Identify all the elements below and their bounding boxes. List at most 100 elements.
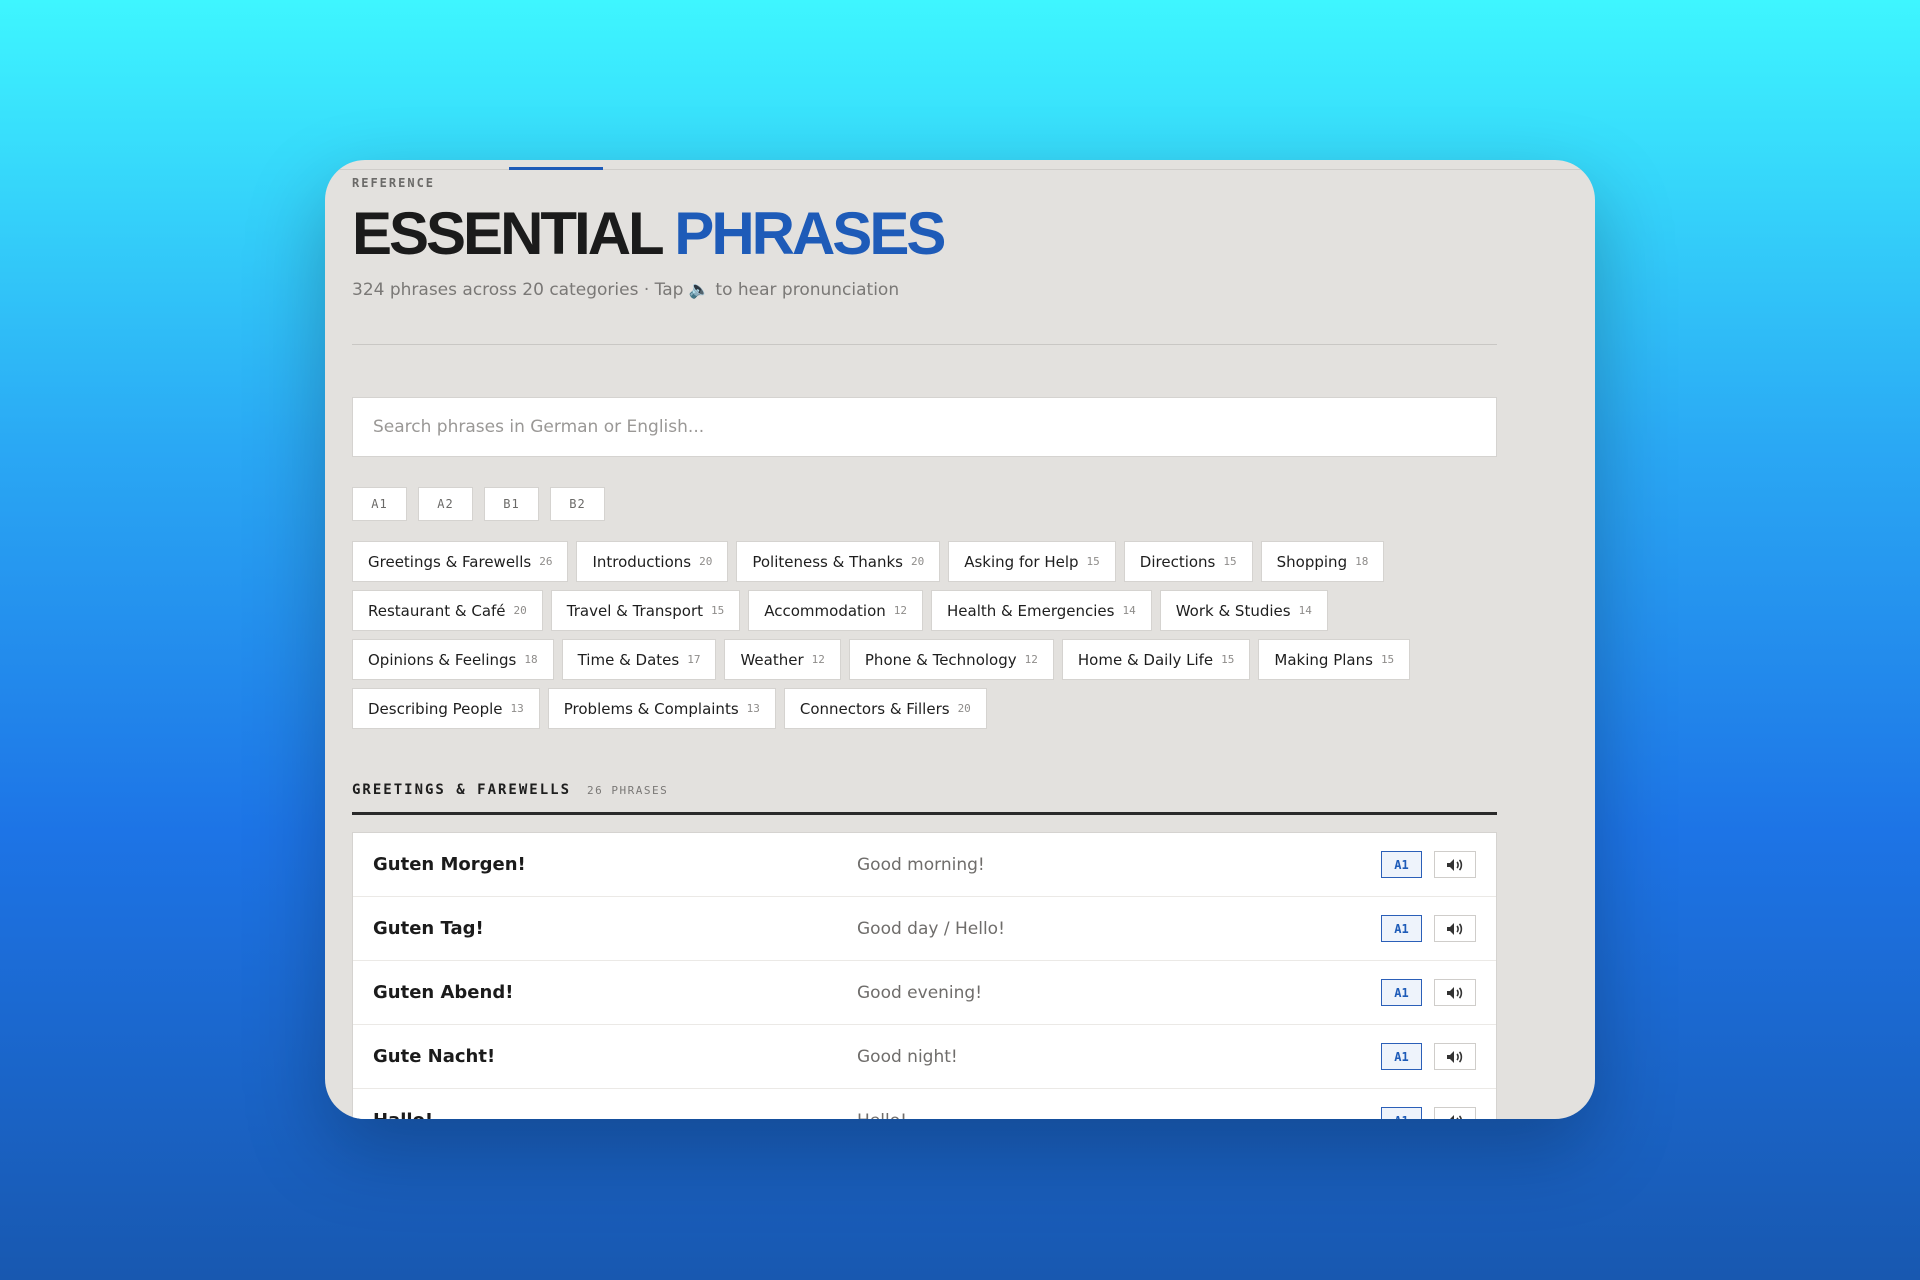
category-count: 17 xyxy=(687,653,701,666)
category-label: Problems & Complaints xyxy=(563,699,739,718)
page-eyebrow: REFERENCE xyxy=(352,176,436,190)
speaker-icon xyxy=(1447,1114,1463,1119)
category-chip[interactable]: Time & Dates 17 xyxy=(561,639,717,680)
header-divider xyxy=(352,344,1497,345)
category-chip[interactable]: Accommodation 12 xyxy=(748,590,924,631)
level-filter-b1[interactable]: B1 xyxy=(484,487,539,521)
category-count: 20 xyxy=(957,702,971,715)
category-chip[interactable]: Making Plans 15 xyxy=(1258,639,1411,680)
phrase-row: Gute Nacht! Good night! A1 xyxy=(353,1025,1496,1089)
category-label: Opinions & Feelings xyxy=(368,650,517,669)
level-filter-b2[interactable]: B2 xyxy=(550,487,605,521)
category-count: 12 xyxy=(1024,653,1038,666)
category-label: Asking for Help xyxy=(964,552,1079,571)
category-chip[interactable]: Restaurant & Café 20 xyxy=(352,590,543,631)
phrase-english: Good evening! xyxy=(857,982,983,1003)
category-count: 15 xyxy=(1086,555,1100,568)
category-label: Shopping xyxy=(1276,552,1348,571)
category-chip[interactable]: Describing People 13 xyxy=(352,688,540,729)
category-label: Time & Dates xyxy=(577,650,680,669)
section-header: GREETINGS & FAREWELLS 26 PHRASES xyxy=(352,782,1497,798)
title-part-1: ESSENTIAL xyxy=(352,200,664,267)
play-audio-button[interactable] xyxy=(1434,979,1476,1006)
category-chip[interactable]: Introductions 20 xyxy=(576,541,729,582)
category-label: Introductions xyxy=(592,552,692,571)
level-badge: A1 xyxy=(1381,979,1422,1006)
category-label: Weather xyxy=(740,650,804,669)
level-filter-a2[interactable]: A2 xyxy=(418,487,473,521)
phrase-row: Guten Tag! Good day / Hello! A1 xyxy=(353,897,1496,961)
phrase-row: Guten Abend! Good evening! A1 xyxy=(353,961,1496,1025)
phrase-german: Guten Tag! xyxy=(373,918,484,939)
category-chip[interactable]: Problems & Complaints 13 xyxy=(547,688,776,729)
category-chip[interactable]: Health & Emergencies 14 xyxy=(931,590,1152,631)
category-label: Making Plans xyxy=(1274,650,1373,669)
category-chip[interactable]: Asking for Help 15 xyxy=(948,541,1116,582)
phrase-english: Hello! xyxy=(857,1111,1381,1120)
category-chip[interactable]: Connectors & Fillers 20 xyxy=(783,688,987,729)
category-count: 20 xyxy=(513,604,527,617)
page-subtitle: 324 phrases across 20 categories · Tap 🔈… xyxy=(352,280,900,300)
speaker-icon xyxy=(1447,986,1463,999)
category-chip[interactable]: Home & Daily Life 15 xyxy=(1061,639,1251,680)
phrase-german: Guten Morgen! xyxy=(373,854,526,875)
page-title: ESSENTIAL PHRASES xyxy=(352,198,946,270)
phrase-english: Good morning! xyxy=(857,854,985,875)
phrase-german: Guten Abend! xyxy=(373,982,514,1003)
app-window: REFERENCE ESSENTIAL PHRASES 324 phrases … xyxy=(325,160,1595,1119)
category-chip[interactable]: Opinions & Feelings 18 xyxy=(352,639,554,680)
category-count: 20 xyxy=(910,555,925,568)
category-label: Accommodation xyxy=(764,601,886,620)
category-count: 13 xyxy=(510,702,524,715)
category-count: 15 xyxy=(1380,653,1395,666)
phrase-row: Hallo! Hello! A1 xyxy=(353,1089,1496,1119)
phrase-german: Gute Nacht! xyxy=(373,1046,496,1067)
phrase-english: Good day / Hello! xyxy=(857,918,1005,939)
category-chip[interactable]: Politeness & Thanks 20 xyxy=(736,541,941,582)
category-chip[interactable]: Phone & Technology 12 xyxy=(848,639,1054,680)
speaker-icon xyxy=(1447,1050,1463,1063)
phrase-english: Good night! xyxy=(857,1046,958,1067)
section-title: GREETINGS & FAREWELLS xyxy=(352,782,572,798)
category-label: Directions xyxy=(1139,552,1216,571)
category-label: Politeness & Thanks xyxy=(752,552,903,571)
search-box[interactable] xyxy=(352,397,1497,457)
category-count: 12 xyxy=(893,604,908,617)
section-count: 26 PHRASES xyxy=(587,784,669,797)
play-audio-button[interactable] xyxy=(1434,915,1476,942)
level-filter-a1[interactable]: A1 xyxy=(352,487,407,521)
category-label: Greetings & Farewells xyxy=(368,552,532,571)
category-label: Phone & Technology xyxy=(864,650,1017,669)
category-count: 18 xyxy=(524,653,538,666)
category-label: Work & Studies xyxy=(1175,601,1291,620)
category-chip[interactable]: Weather 12 xyxy=(724,639,841,680)
phrase-row: Guten Morgen! Good morning! A1 xyxy=(353,833,1496,897)
level-badge: A1 xyxy=(1381,915,1422,942)
category-label: Health & Emergencies xyxy=(947,601,1115,620)
category-chip[interactable]: Greetings & Farewells 26 xyxy=(352,541,569,582)
category-label: Home & Daily Life xyxy=(1077,650,1214,669)
level-badge: A1 xyxy=(1381,1043,1422,1070)
title-part-2: PHRASES xyxy=(674,200,946,267)
category-chip[interactable]: Shopping 18 xyxy=(1260,541,1385,582)
speaker-icon xyxy=(1447,858,1463,871)
category-chip[interactable]: Directions 15 xyxy=(1123,541,1253,582)
category-count: 15 xyxy=(711,604,725,617)
category-chip[interactable]: Work & Studies 14 xyxy=(1159,590,1328,631)
level-filters: A1 A2 B1 B2 xyxy=(352,487,605,521)
section-rule xyxy=(352,812,1497,815)
category-count: 26 xyxy=(539,555,553,568)
category-chip[interactable]: Travel & Transport 15 xyxy=(550,590,741,631)
category-filters: Greetings & Farewells 26 Introductions 20 … xyxy=(352,541,1497,729)
phrase-list: Guten Morgen! Good morning! A1 Guten Tag… xyxy=(352,832,1497,1119)
play-audio-button[interactable] xyxy=(1434,1107,1476,1119)
level-badge: A1 xyxy=(1381,851,1422,878)
play-audio-button[interactable] xyxy=(1434,1043,1476,1070)
category-label: Travel & Transport xyxy=(566,601,703,620)
category-count: 14 xyxy=(1298,604,1312,617)
play-audio-button[interactable] xyxy=(1434,851,1476,878)
level-badge: A1 xyxy=(1381,1107,1422,1119)
category-count: 14 xyxy=(1122,604,1136,617)
category-count: 15 xyxy=(1223,555,1237,568)
search-input[interactable] xyxy=(373,417,1496,437)
